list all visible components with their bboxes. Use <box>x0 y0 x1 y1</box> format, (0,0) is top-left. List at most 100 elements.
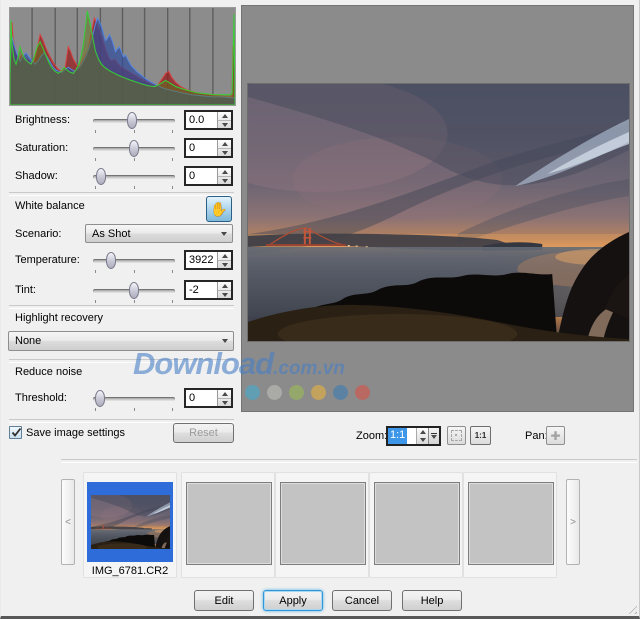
save-image-settings-checkbox[interactable] <box>9 426 22 439</box>
shadow-label: Shadow: <box>15 170 58 182</box>
spinner-up-icon[interactable] <box>221 254 228 258</box>
saturation-spinner[interactable] <box>217 140 231 156</box>
edit-button[interactable]: Edit <box>194 590 254 611</box>
brightness-value-input[interactable]: 0.0 <box>184 110 233 130</box>
shadow-slider-thumb[interactable] <box>96 168 106 185</box>
spinner-down-icon[interactable] <box>221 179 228 183</box>
fit-to-window-button[interactable] <box>447 426 466 445</box>
tint-slider[interactable] <box>93 281 175 303</box>
threshold-value-input[interactable]: 0 <box>184 388 233 408</box>
tint-slider-ticks <box>93 300 175 303</box>
spinner-down-icon[interactable] <box>419 438 426 442</box>
spinner-down-icon[interactable] <box>221 123 228 127</box>
spinner-up-icon[interactable] <box>221 114 228 118</box>
tint-label: Tint: <box>15 284 36 296</box>
pan-button[interactable]: ✚ <box>546 426 565 445</box>
preview-image <box>247 83 630 342</box>
pan-label: Pan: <box>525 430 548 442</box>
raw-editor-dialog: Brightness: 0.0 Saturation: 0 Shadow: 0 <box>0 0 640 619</box>
thumbnail-placeholder <box>186 482 272 565</box>
chevron-left-icon: < <box>65 516 71 528</box>
highlight-recovery-dropdown[interactable]: None <box>8 331 234 351</box>
thumbnail-slot-empty <box>463 472 557 578</box>
zoom-spinner[interactable] <box>416 428 428 444</box>
thumbnail-placeholder <box>374 482 460 565</box>
fit-icon <box>451 430 462 441</box>
histogram <box>9 7 236 106</box>
thumbnail-placeholder <box>280 482 366 565</box>
reduce-noise-title: Reduce noise <box>15 366 83 378</box>
zoom-level-value: 1:1 <box>388 428 408 444</box>
actual-size-button[interactable]: 1:1 <box>470 426 491 445</box>
threshold-slider-thumb[interactable] <box>95 390 105 407</box>
spinner-up-icon[interactable] <box>221 170 228 174</box>
shadow-value-input[interactable]: 0 <box>184 166 233 186</box>
thumbnail-image[interactable] <box>91 495 170 549</box>
temperature-slider-thumb[interactable] <box>106 252 116 269</box>
chevron-down-icon <box>221 231 227 236</box>
saturation-value-input[interactable]: 0 <box>184 138 233 158</box>
help-button[interactable]: Help <box>402 590 462 611</box>
temperature-slider-ticks <box>93 270 175 273</box>
temperature-spinner[interactable] <box>217 252 231 268</box>
save-image-settings-label: Save image settings <box>26 427 126 439</box>
threshold-spinner[interactable] <box>217 390 231 406</box>
hand-icon: ✋ <box>210 200 228 217</box>
spinner-down-icon[interactable] <box>221 151 228 155</box>
thumbnail-placeholder <box>468 482 554 565</box>
spinner-up-icon[interactable] <box>221 392 228 396</box>
spinner-down-icon[interactable] <box>221 401 228 405</box>
temperature-value-input[interactable]: 3922 <box>184 250 233 270</box>
saturation-slider-thumb[interactable] <box>129 140 139 157</box>
move-icon: ✚ <box>550 428 561 443</box>
apply-button[interactable]: Apply <box>263 590 323 611</box>
spinner-up-icon[interactable] <box>221 284 228 288</box>
check-icon <box>11 427 22 437</box>
brightness-spinner[interactable] <box>217 112 231 128</box>
thumbnail-slot-empty <box>275 472 369 578</box>
tint-spinner[interactable] <box>217 282 231 298</box>
thumbnail-selected[interactable]: IMG_6781.CR2 <box>83 472 177 578</box>
spinner-up-icon[interactable] <box>221 142 228 146</box>
scenario-label: Scenario: <box>15 228 62 240</box>
saturation-slider[interactable] <box>93 139 175 161</box>
zoom-level-combobox[interactable]: 1:1 <box>386 426 441 446</box>
chevron-down-icon <box>222 339 228 343</box>
separator <box>9 359 234 363</box>
shadow-slider[interactable] <box>93 167 175 189</box>
threshold-label: Threshold: <box>15 392 67 404</box>
cancel-button[interactable]: Cancel <box>332 590 392 611</box>
tint-slider-thumb[interactable] <box>129 282 139 299</box>
saturation-label: Saturation: <box>15 142 69 154</box>
tint-value-input[interactable]: -2 <box>184 280 233 300</box>
thumbnail-filename: IMG_6781.CR2 <box>91 565 169 577</box>
reset-button[interactable]: Reset <box>173 423 234 443</box>
filmstrip-next-button[interactable]: > <box>566 479 580 565</box>
spinner-up-icon[interactable] <box>419 430 426 434</box>
spinner-down-icon[interactable] <box>221 263 228 267</box>
threshold-slider[interactable] <box>93 389 175 411</box>
zoom-dropdown-button[interactable] <box>428 428 439 444</box>
brightness-slider-thumb[interactable] <box>127 112 137 129</box>
resize-grip[interactable] <box>625 602 637 614</box>
zoom-label: Zoom: <box>356 430 388 442</box>
temperature-slider[interactable] <box>93 251 175 273</box>
thumbnail-slot-empty <box>181 472 275 578</box>
scenario-dropdown[interactable]: As Shot <box>85 224 233 243</box>
threshold-slider-track[interactable] <box>93 397 175 401</box>
thumbnail-slot-empty <box>369 472 463 578</box>
brightness-label: Brightness: <box>15 114 71 126</box>
chevron-down-icon <box>431 432 437 435</box>
brightness-slider[interactable] <box>93 111 175 133</box>
spinner-down-icon[interactable] <box>221 293 228 297</box>
chevron-right-icon: > <box>570 516 576 528</box>
temperature-label: Temperature: <box>15 254 80 266</box>
white-balance-title: White balance <box>15 200 85 212</box>
separator <box>61 459 637 463</box>
white-balance-picker-button[interactable]: ✋ <box>206 196 232 222</box>
filmstrip-prev-button[interactable]: < <box>61 479 75 565</box>
preview-panel <box>241 5 634 412</box>
threshold-slider-ticks <box>93 408 175 411</box>
shadow-spinner[interactable] <box>217 168 231 184</box>
saturation-slider-ticks <box>93 158 175 161</box>
